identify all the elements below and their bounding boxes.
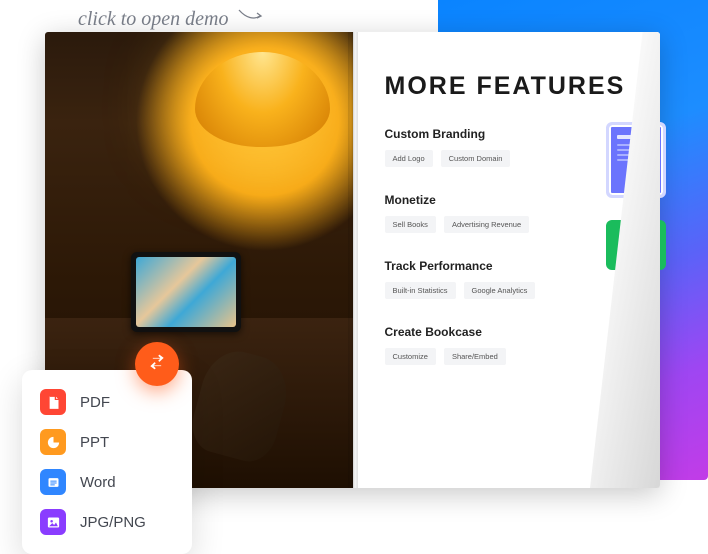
image-icon bbox=[40, 509, 66, 535]
demo-hint: click to open demo bbox=[78, 8, 264, 31]
format-label: PDF bbox=[80, 394, 110, 411]
chip-sell-books[interactable]: Sell Books bbox=[385, 216, 436, 233]
tablet-screen bbox=[136, 257, 236, 327]
chip-row: Add Logo Custom Domain bbox=[385, 150, 633, 167]
format-item-ppt[interactable]: PPT bbox=[38, 422, 176, 462]
format-item-word[interactable]: Word bbox=[38, 462, 176, 502]
format-list-card: PDF PPT Word JPG/PNG bbox=[22, 370, 192, 554]
chip-add-logo[interactable]: Add Logo bbox=[385, 150, 433, 167]
format-label: Word bbox=[80, 474, 116, 491]
chip-customize[interactable]: Customize bbox=[385, 348, 436, 365]
section-heading: Track Performance bbox=[385, 259, 633, 273]
format-item-pdf[interactable]: PDF bbox=[38, 382, 176, 422]
format-label: PPT bbox=[80, 434, 109, 451]
chip-builtin-statistics[interactable]: Built-in Statistics bbox=[385, 282, 456, 299]
section-heading: Create Bookcase bbox=[385, 325, 633, 339]
swap-icon bbox=[147, 352, 167, 377]
chip-advertising-revenue[interactable]: Advertising Revenue bbox=[444, 216, 529, 233]
book-spine bbox=[348, 32, 358, 488]
section-create-bookcase: Create Bookcase Customize Share/Embed bbox=[385, 325, 633, 365]
section-heading: Monetize bbox=[385, 193, 633, 207]
section-track-performance: Track Performance Built-in Statistics Go… bbox=[385, 259, 633, 299]
preview-card-title-bar bbox=[617, 135, 638, 139]
format-label: JPG/PNG bbox=[80, 514, 146, 531]
chip-custom-domain[interactable]: Custom Domain bbox=[441, 150, 511, 167]
demo-hint-text: click to open demo bbox=[78, 8, 229, 30]
swap-fab-button[interactable] bbox=[135, 342, 179, 386]
ppt-icon bbox=[40, 429, 66, 455]
preview-card-green bbox=[606, 220, 666, 270]
section-heading: Custom Branding bbox=[385, 127, 633, 141]
format-item-image[interactable]: JPG/PNG bbox=[38, 502, 176, 542]
preview-card-document bbox=[606, 122, 666, 198]
chip-row: Built-in Statistics Google Analytics bbox=[385, 282, 633, 299]
chip-google-analytics[interactable]: Google Analytics bbox=[464, 282, 536, 299]
book-page-right: MORE FEATURES Custom Branding Add Logo C… bbox=[353, 32, 661, 488]
section-custom-branding: Custom Branding Add Logo Custom Domain bbox=[385, 127, 633, 167]
tablet-device bbox=[131, 252, 241, 332]
page-title: MORE FEATURES bbox=[385, 72, 633, 101]
chip-row: Customize Share/Embed bbox=[385, 348, 633, 365]
preview-card-line bbox=[617, 159, 640, 161]
section-monetize: Monetize Sell Books Advertising Revenue bbox=[385, 193, 633, 233]
chip-row: Sell Books Advertising Revenue bbox=[385, 216, 633, 233]
word-icon bbox=[40, 469, 66, 495]
hint-arrow-icon bbox=[238, 6, 264, 29]
preview-card-line bbox=[617, 144, 655, 146]
preview-card-line bbox=[617, 154, 649, 156]
chip-share-embed[interactable]: Share/Embed bbox=[444, 348, 506, 365]
pdf-icon bbox=[40, 389, 66, 415]
preview-card-line bbox=[617, 149, 647, 151]
